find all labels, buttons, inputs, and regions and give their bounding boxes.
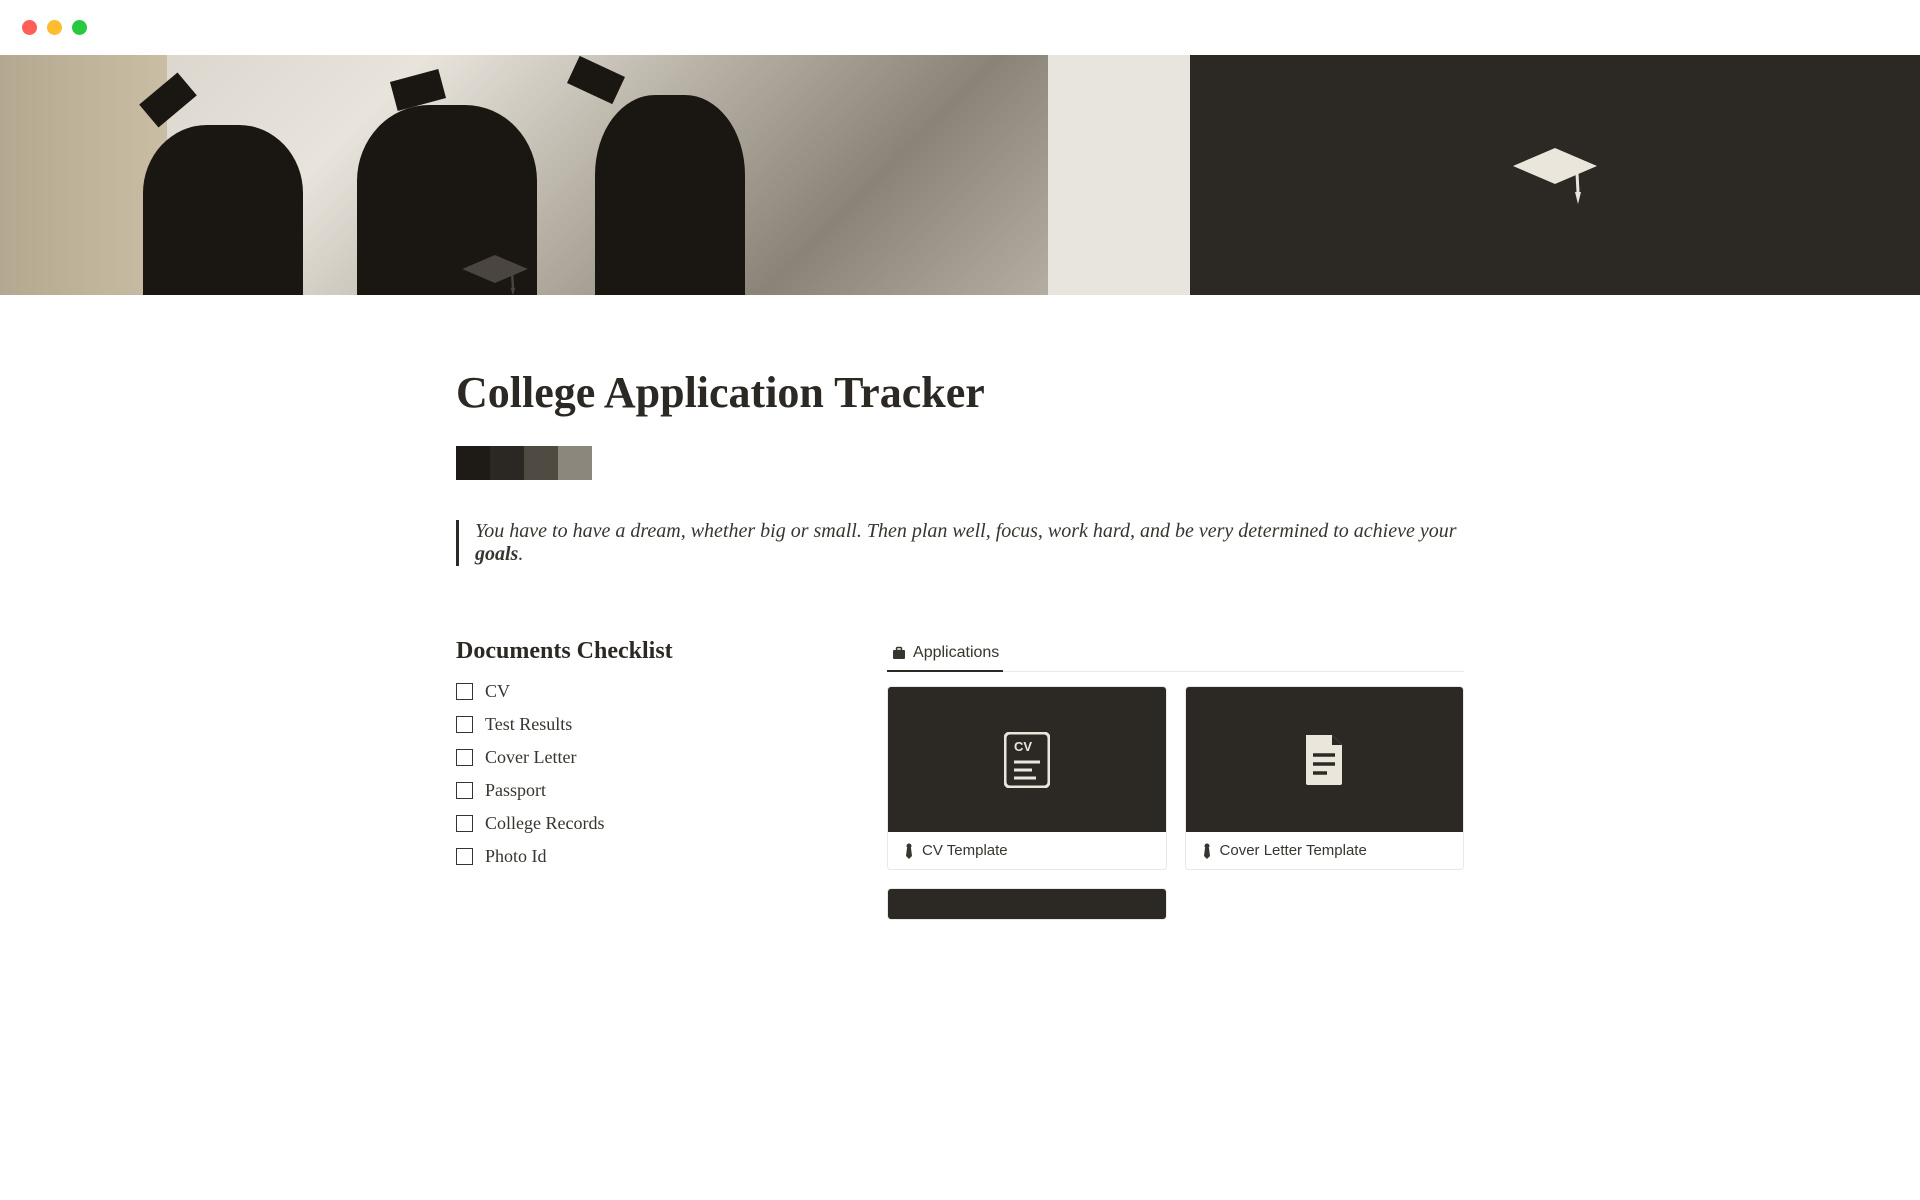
card-cover: CV — [888, 687, 1165, 832]
checkbox[interactable] — [456, 815, 473, 832]
checklist-label: Photo Id — [485, 846, 547, 867]
checklist-item[interactable]: Photo Id — [456, 840, 839, 873]
card-cover — [888, 889, 1165, 919]
card-title: CV Template — [922, 842, 1008, 859]
window-close-button[interactable] — [22, 20, 37, 35]
checklist-item[interactable]: CV — [456, 675, 839, 708]
gallery-card-cv[interactable]: CV CV Template — [887, 686, 1166, 870]
document-icon — [1302, 733, 1346, 787]
briefcase-icon — [891, 645, 907, 661]
quote-block[interactable]: You have to have a dream, whether big or… — [456, 520, 1464, 566]
checkbox[interactable] — [456, 716, 473, 733]
cover-logo-panel — [1190, 55, 1920, 295]
swatch-4 — [558, 446, 592, 480]
quote-bold: goals — [475, 543, 518, 565]
graduation-cap-icon — [1505, 140, 1605, 210]
checklist-item[interactable]: Test Results — [456, 708, 839, 741]
checklist-item[interactable]: Cover Letter — [456, 741, 839, 774]
checklist-label: CV — [485, 681, 510, 702]
checklist-item[interactable]: Passport — [456, 774, 839, 807]
checklist-label: Cover Letter — [485, 747, 576, 768]
tab-label: Applications — [913, 644, 999, 662]
cover-banner[interactable] — [0, 55, 1920, 295]
quote-suffix: . — [518, 543, 523, 565]
page-title[interactable]: College Application Tracker — [456, 295, 1464, 418]
card-title: Cover Letter Template — [1220, 842, 1367, 859]
checklist-label: College Records — [485, 813, 604, 834]
window-title-bar — [0, 0, 1920, 55]
checkbox[interactable] — [456, 683, 473, 700]
window-minimize-button[interactable] — [47, 20, 62, 35]
checklist-heading: Documents Checklist — [456, 638, 839, 665]
color-palette — [456, 446, 1464, 480]
checklist-label: Test Results — [485, 714, 572, 735]
quote-text-prefix: You have to have a dream, whether big or… — [475, 520, 1457, 542]
svg-text:CV: CV — [1014, 739, 1032, 754]
checkbox[interactable] — [456, 782, 473, 799]
tie-icon — [902, 843, 916, 859]
cv-document-icon: CV — [1004, 732, 1050, 788]
checkbox[interactable] — [456, 749, 473, 766]
swatch-2 — [490, 446, 524, 480]
checklist-label: Passport — [485, 780, 546, 801]
gallery-tabs: Applications — [887, 638, 1464, 672]
gallery-card-cover-letter[interactable]: Cover Letter Template — [1185, 686, 1464, 870]
tie-icon — [1200, 843, 1214, 859]
page-icon[interactable] — [456, 247, 534, 305]
cover-photo — [0, 55, 1190, 295]
gallery-card-partial[interactable] — [887, 888, 1166, 920]
checklist-item[interactable]: College Records — [456, 807, 839, 840]
card-cover — [1186, 687, 1463, 832]
swatch-3 — [524, 446, 558, 480]
window-maximize-button[interactable] — [72, 20, 87, 35]
tab-applications[interactable]: Applications — [887, 638, 1003, 672]
checkbox[interactable] — [456, 848, 473, 865]
swatch-1 — [456, 446, 490, 480]
